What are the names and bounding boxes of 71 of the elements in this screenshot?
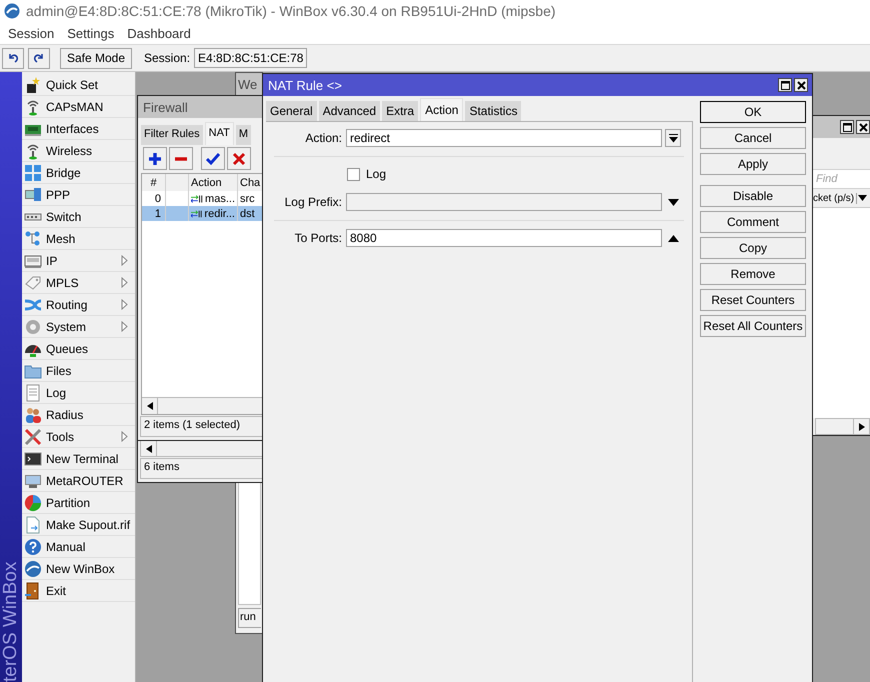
tab[interactable]: General: [266, 101, 317, 121]
table-cell-text: src: [239, 192, 256, 206]
sidebar-item[interactable]: Manual: [22, 536, 135, 558]
tab[interactable]: Extra: [382, 101, 418, 121]
menu-item[interactable]: Dashboard: [127, 26, 191, 40]
sidebar-item[interactable]: Radius: [22, 404, 135, 426]
dialog-button[interactable]: Copy: [700, 237, 806, 259]
sidebar-item[interactable]: Queues: [22, 338, 135, 360]
dialog-button[interactable]: OK: [700, 101, 806, 123]
safe-mode-button[interactable]: Safe Mode: [60, 48, 132, 68]
sidebar-item[interactable]: Wireless: [22, 140, 135, 162]
brand-text: terOS WinBox: [0, 562, 22, 682]
table-cell: redir...: [204, 208, 235, 220]
sidebar-item[interactable]: Make Supout.rif: [22, 514, 135, 536]
dialog-button[interactable]: Reset Counters: [700, 289, 806, 311]
field-label: To Ports:: [294, 231, 343, 245]
window-title: We: [238, 76, 258, 92]
checkbox-label: Log: [366, 167, 386, 181]
input-field[interactable]: 8080: [346, 229, 662, 247]
menu-item[interactable]: Session: [8, 26, 54, 40]
sidebar-item[interactable]: Partition: [22, 492, 135, 514]
tab[interactable]: Filter Rules: [141, 125, 203, 145]
sidebar-item[interactable]: Mesh: [22, 228, 135, 250]
menu-item[interactable]: Settings: [67, 26, 114, 40]
sidebar-item[interactable]: Switch: [22, 206, 135, 228]
sidebar-item[interactable]: New Terminal: [22, 448, 135, 470]
sidebar-item[interactable]: Routing: [22, 294, 135, 316]
sidebar-item[interactable]: Tools: [22, 426, 135, 448]
sidebar-item[interactable]: New WinBox: [22, 558, 135, 580]
table-cell-text: dst: [239, 206, 256, 221]
tab[interactable]: M: [236, 125, 251, 145]
field-label: Log Prefix:: [284, 195, 343, 209]
dialog-button[interactable]: Apply: [700, 153, 806, 175]
sidebar-item[interactable]: Files: [22, 360, 135, 382]
status-field: run: [238, 608, 261, 628]
sidebar-item[interactable]: System: [22, 316, 135, 338]
sidebar-item[interactable]: Log: [22, 382, 135, 404]
session-field: E4:8D:8C:51:CE:78: [194, 48, 308, 68]
sidebar-item[interactable]: Quick Set: [22, 74, 135, 96]
sidebar-item[interactable]: Exit: [22, 580, 135, 602]
dropdown-field[interactable]: redirect: [346, 129, 662, 147]
sidebar-item[interactable]: MPLS: [22, 272, 135, 294]
window-title: Firewall: [143, 100, 188, 114]
search-field[interactable]: Find: [813, 170, 870, 189]
sidebar-item[interactable]: Interfaces: [22, 118, 135, 140]
table-cell: mas...: [205, 192, 235, 204]
sidebar-item[interactable]: CAPsMAN: [22, 96, 135, 118]
dialog-button[interactable]: Comment: [700, 211, 806, 233]
window-title: NAT Rule <>: [268, 78, 342, 92]
sidebar-item[interactable]: MetaROUTER: [22, 470, 135, 492]
dialog-button[interactable]: Remove: [700, 263, 806, 285]
column-header[interactable]: Cha: [238, 174, 263, 191]
window-title: admin@E4:8D:8C:51:CE:78 (MikroTik) - WinBox v6.30.4 on RB951Ui-2HnD (mipsbe): [26, 3, 556, 19]
tab[interactable]: NAT: [204, 122, 234, 145]
dialog-button[interactable]: Cancel: [700, 127, 806, 149]
column-header[interactable]: #: [142, 174, 166, 191]
session-label: Session:: [144, 51, 190, 65]
tab[interactable]: Action: [420, 98, 464, 121]
table-cell: 1: [142, 206, 166, 221]
sidebar-item[interactable]: Bridge: [22, 162, 135, 184]
status-text: 6 items: [140, 458, 263, 479]
tab[interactable]: Advanced: [318, 101, 380, 121]
field-label: Action:: [304, 131, 343, 145]
table-row[interactable]: 1 redir... dst: [142, 206, 263, 221]
dialog-button[interactable]: Reset All Counters: [700, 315, 806, 337]
sidebar-item[interactable]: IP: [22, 250, 135, 272]
column-header[interactable]: Action: [189, 174, 238, 191]
status-text: 2 items (1 selected): [140, 416, 263, 437]
tab[interactable]: Statistics: [465, 101, 522, 121]
sidebar-item[interactable]: PPP: [22, 184, 135, 206]
dialog-button[interactable]: Disable: [700, 185, 806, 207]
